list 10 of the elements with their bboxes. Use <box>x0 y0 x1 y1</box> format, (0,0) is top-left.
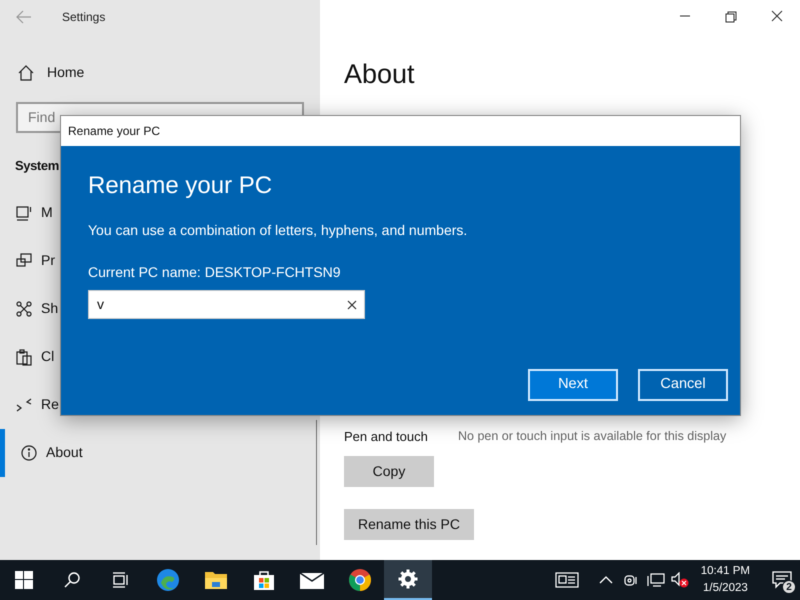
dialog-description: You can use a combination of letters, hyphens, and numbers. <box>88 221 468 240</box>
notification-badge: 2 <box>782 580 796 594</box>
page-heading: About <box>344 58 416 91</box>
dialog-title: Rename your PC <box>68 123 160 140</box>
window-title: Settings <box>62 9 106 26</box>
current-name: Current PC name: DESKTOP-FCHTSN9 <box>88 263 342 282</box>
spec-value: No pen or touch input is available for this display <box>458 428 726 445</box>
spec-label: Pen and touch <box>344 428 429 446</box>
section-heading: System <box>14 157 60 175</box>
dialog-heading: Rename your PC <box>88 171 274 201</box>
